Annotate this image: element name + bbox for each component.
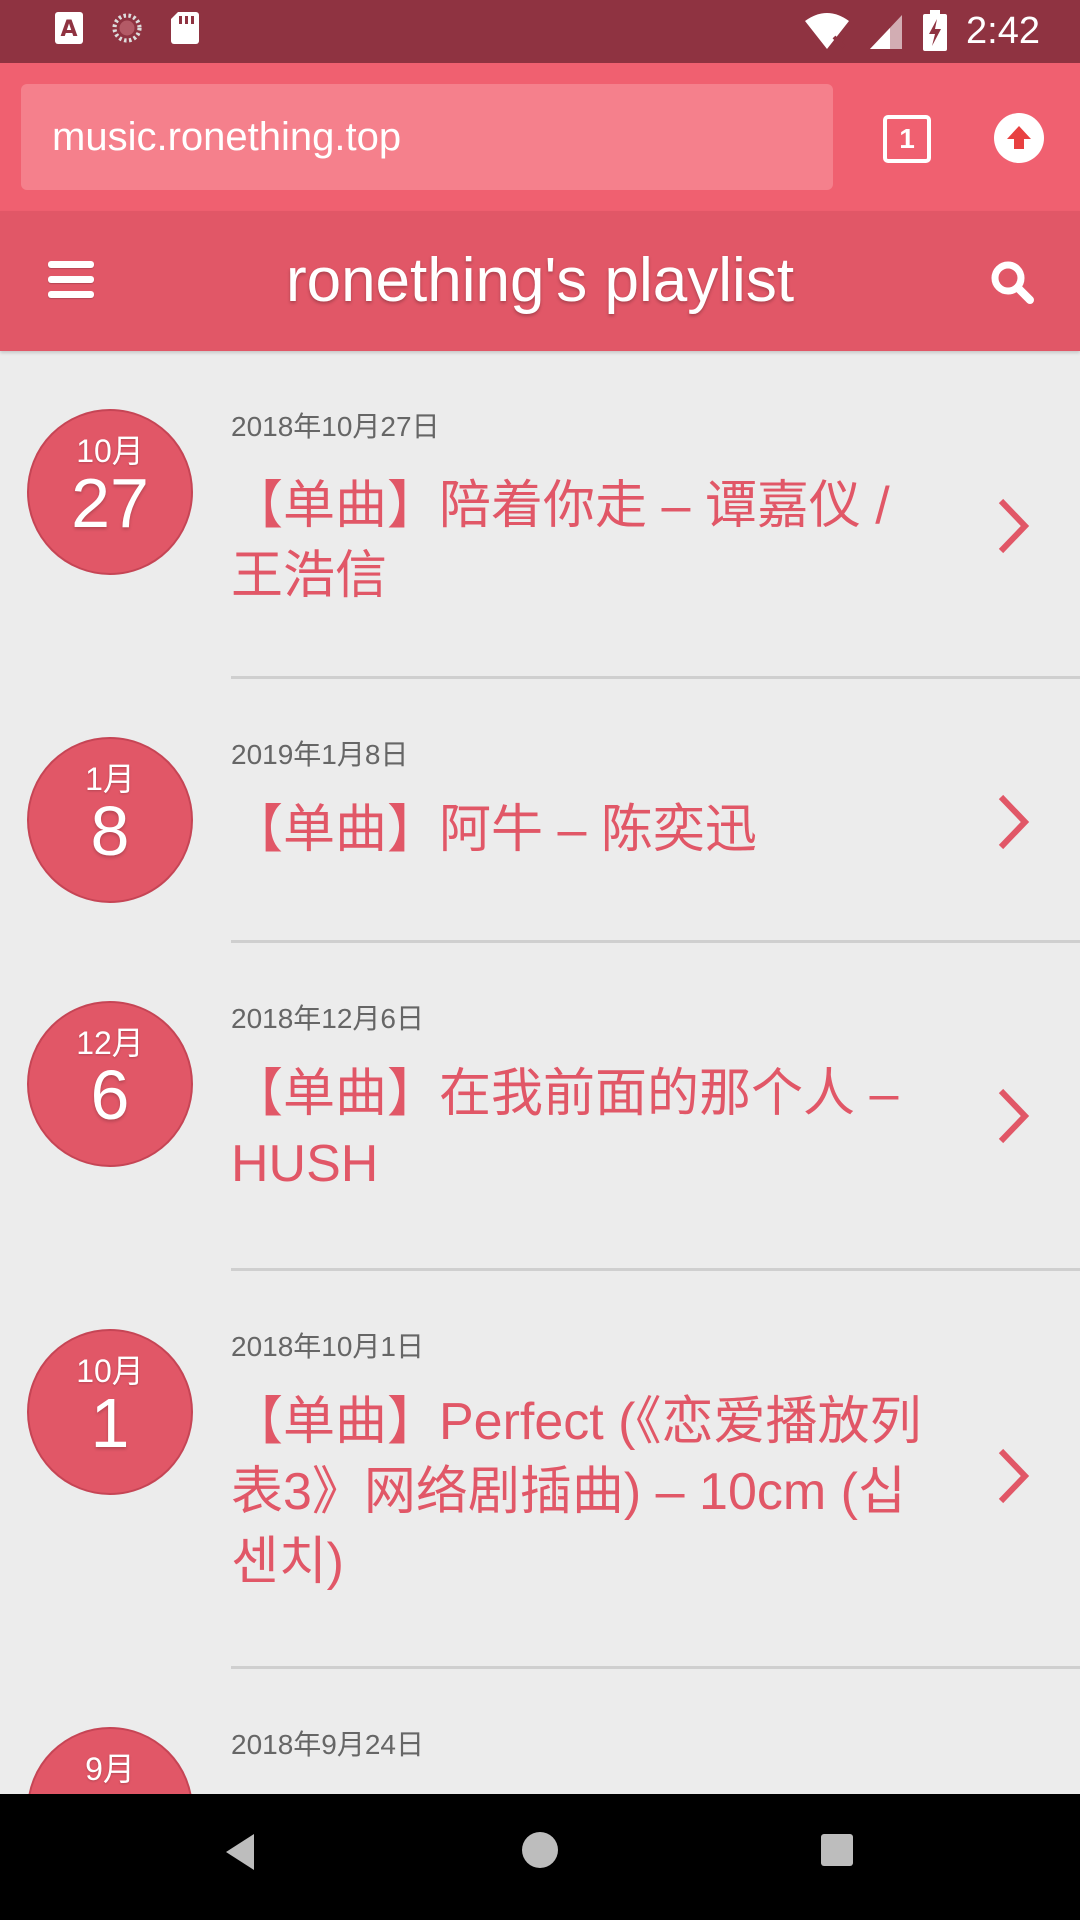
upload-arrow-icon xyxy=(1007,126,1031,149)
item-title[interactable]: 【单曲】在我前面的那个人 – HUSH xyxy=(231,1059,931,1199)
status-right-icons: 2:42 xyxy=(804,8,1040,54)
item-date: 2018年10月1日 xyxy=(231,1331,425,1362)
browser-toolbar: music.ronething.top 1 xyxy=(0,63,1080,211)
font-a-icon: A xyxy=(55,12,83,44)
signal-icon xyxy=(870,15,903,49)
recent-apps-icon[interactable] xyxy=(821,1834,853,1866)
date-badge: 10月 27 xyxy=(27,409,193,575)
wifi-icon xyxy=(805,13,850,49)
date-badge-day: 27 xyxy=(71,464,149,542)
item-title[interactable]: 【单曲】Perfect (《恋爱播放列表3》网络剧插曲) – 10cm (십센치… xyxy=(231,1387,931,1597)
svg-text:A: A xyxy=(60,17,77,42)
chevron-right-icon[interactable] xyxy=(996,1447,1030,1505)
list-item[interactable]: 1月 8 2019年1月8日 【单曲】阿牛 – 陈奕迅 xyxy=(0,679,1080,943)
chevron-right-icon[interactable] xyxy=(996,1087,1030,1145)
status-left-icons: A xyxy=(54,10,200,46)
item-title[interactable]: 【单曲】阿牛 – 陈奕迅 xyxy=(231,795,931,865)
battery-charging-icon xyxy=(923,10,948,51)
date-badge: 12月 6 xyxy=(27,1001,193,1167)
chevron-right-icon[interactable] xyxy=(996,497,1030,555)
item-date: 2018年10月27日 xyxy=(231,411,440,442)
date-badge: 10月 1 xyxy=(27,1329,193,1495)
playlist-list: 10月 27 2018年10月27日 【单曲】陪着你走 – 谭嘉仪 / 王浩信 … xyxy=(0,351,1080,1893)
item-title[interactable]: 【单曲】陪着你走 – 谭嘉仪 / 王浩信 xyxy=(231,471,931,611)
clock: 2:42 xyxy=(966,10,1040,52)
date-badge: 1月 8 xyxy=(27,737,193,903)
list-item[interactable]: 12月 6 2018年12月6日 【单曲】在我前面的那个人 – HUSH xyxy=(0,943,1080,1271)
upload-button[interactable] xyxy=(994,113,1044,163)
back-icon[interactable] xyxy=(222,1832,258,1872)
loading-icon xyxy=(112,13,142,43)
url-field[interactable]: music.ronething.top xyxy=(21,84,833,190)
system-nav-bar xyxy=(0,1794,1080,1920)
status-bar: A 2:42 xyxy=(0,0,1080,63)
app-header: ronething's playlist xyxy=(0,211,1080,351)
chevron-right-icon[interactable] xyxy=(996,793,1030,851)
date-badge-day: 8 xyxy=(90,792,130,870)
item-date: 2019年1月8日 xyxy=(231,739,409,770)
page-title: ronething's playlist xyxy=(285,246,795,315)
list-item[interactable]: 10月 1 2018年10月1日 【单曲】Perfect (《恋爱播放列表3》网… xyxy=(0,1271,1080,1669)
search-icon[interactable] xyxy=(988,258,1036,306)
list-item[interactable]: 10月 27 2018年10月27日 【单曲】陪着你走 – 谭嘉仪 / 王浩信 xyxy=(0,351,1080,679)
home-icon[interactable] xyxy=(522,1832,558,1868)
sd-card-icon xyxy=(171,12,199,44)
date-badge-day: 6 xyxy=(90,1056,130,1134)
date-badge-day: 1 xyxy=(90,1384,130,1462)
hamburger-menu-icon[interactable] xyxy=(48,261,94,301)
item-date: 2018年9月24日 xyxy=(231,1729,425,1760)
date-badge-month: 9月 xyxy=(85,1751,135,1787)
tab-switcher-button[interactable]: 1 xyxy=(883,115,931,163)
item-date: 2018年12月6日 xyxy=(231,1003,425,1034)
